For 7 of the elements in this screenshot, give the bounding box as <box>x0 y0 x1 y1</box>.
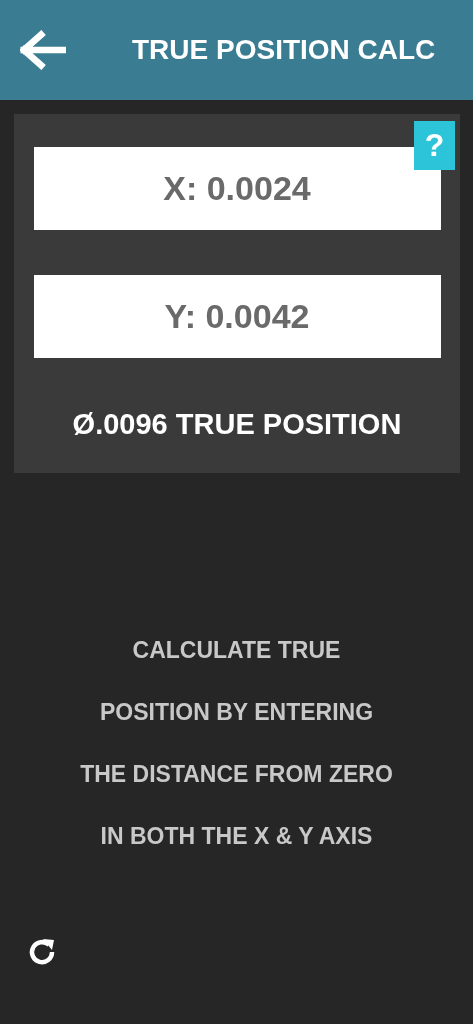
screen-title: TRUE POSITION CALC <box>132 34 436 66</box>
refresh-icon[interactable] <box>27 936 57 966</box>
input-field[interactable]: Y: 0.0042 <box>33 275 441 358</box>
result-text: Ø.0096 TRUE POSITION <box>72 408 402 441</box>
instructions-text: CALCULATE TRUE POSITION BY ENTERING THE DISTANCE FROM ZERO IN BOTH THE X & Y AXIS <box>79 636 394 851</box>
back-arrow-icon <box>20 30 66 70</box>
back-button[interactable] <box>20 28 68 72</box>
